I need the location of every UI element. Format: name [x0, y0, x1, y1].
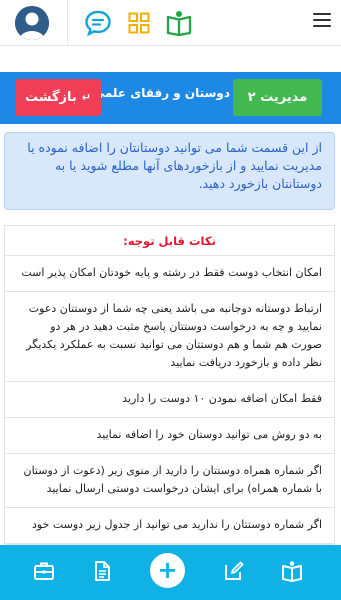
note-item: فقط امکان اضافه نمودن ۱۰ دوست را دارید	[5, 382, 334, 418]
note-item: اگر شماره دوستتان را ندارید می توانید از…	[5, 508, 334, 544]
note-item: اگر شماره همراه دوستتان را دارید از منوی…	[5, 454, 334, 508]
note-item: امکان انتخاب دوست فقط در رشته و پایه خود…	[5, 256, 334, 292]
back-button[interactable]: ↵ بازگشت	[15, 79, 101, 116]
notes-title: نکات قابل توجه:	[5, 226, 334, 256]
book-icon[interactable]	[165, 9, 193, 37]
back-button-label: بازگشت	[25, 90, 77, 105]
top-bar	[0, 0, 341, 46]
info-text: از این قسمت شما می توانید دوستانتان را ا…	[27, 140, 322, 191]
avatar-icon[interactable]	[15, 6, 49, 40]
notes-card: نکات قابل توجه: امکان انتخاب دوست فقط در…	[4, 225, 335, 545]
info-alert: از این قسمت شما می توانید دوستانتان را ا…	[4, 132, 335, 210]
manage-button[interactable]: مدیریت ۲	[233, 79, 322, 116]
page-title: دوستان و رفقای علمی	[92, 86, 230, 100]
chat-icon[interactable]	[84, 9, 112, 37]
document-icon[interactable]	[91, 560, 113, 582]
grid-icon[interactable]	[128, 12, 150, 34]
add-button[interactable]: +	[150, 553, 185, 588]
note-item: به دو روش می توانید دوستان خود را اضافه …	[5, 418, 334, 454]
open-book-icon[interactable]	[281, 560, 303, 582]
edit-icon[interactable]	[223, 560, 245, 582]
divider	[67, 0, 68, 46]
briefcase-icon[interactable]	[33, 560, 55, 582]
return-arrow-icon: ↵	[81, 91, 92, 104]
note-item: ارتباط دوستانه دوجانبه می باشد یعنی چه ش…	[5, 292, 334, 382]
menu-icon[interactable]	[313, 13, 331, 31]
